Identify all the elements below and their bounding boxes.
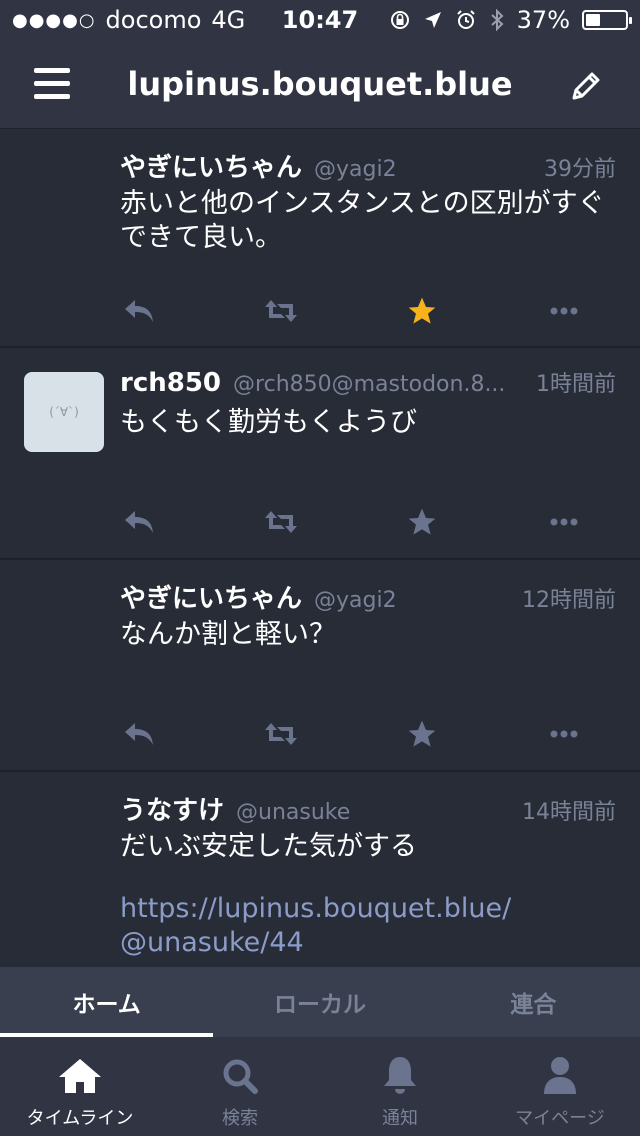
bottom-nav-notifications[interactable]: 通知: [320, 1037, 480, 1136]
timeline-feed[interactable]: やぎにいちゃん @yagi2 39分前 赤いと他のインスタンスとの区別がすぐでき…: [0, 129, 640, 967]
boost-icon: [265, 511, 297, 533]
bottom-nav-timeline[interactable]: タイムライン: [0, 1037, 160, 1136]
status-post[interactable]: やぎにいちゃん @yagi2 12時間前 なんか割と軽い？: [0, 560, 640, 772]
star-icon: [408, 508, 436, 535]
post-content: だいぶ安定した気がする https://lupinus.bouquet.blue…: [120, 830, 610, 960]
location-arrow-icon: [424, 12, 441, 28]
post-actions: [0, 714, 640, 754]
reply-button[interactable]: [115, 502, 163, 542]
display-name[interactable]: やぎにいちゃん: [120, 147, 302, 184]
boost-button[interactable]: [257, 714, 305, 754]
bottom-nav-label: 検索: [222, 1108, 258, 1129]
pencil-icon[interactable]: [566, 66, 606, 106]
home-icon: [59, 1059, 101, 1093]
bottom-nav-label: 通知: [382, 1108, 418, 1129]
post-content: 赤いと他のインスタンスとの区別がすぐできて良い。: [120, 188, 605, 253]
signal-strength-indicator: ●●●●○: [12, 9, 96, 31]
reply-icon: [125, 511, 153, 533]
boost-icon: [265, 723, 297, 745]
avatar-face-text: (´∀`): [49, 405, 79, 419]
search-icon: [223, 1059, 258, 1094]
status-post[interactable]: うなすけ @unasuke 14時間前 だいぶ安定した気がする https://…: [0, 772, 640, 967]
more-dots-icon: [550, 307, 578, 315]
star-icon: [408, 720, 436, 747]
reply-icon: [125, 723, 153, 745]
favourite-button[interactable]: [398, 502, 446, 542]
reply-button[interactable]: [115, 291, 163, 331]
display-name[interactable]: やぎにいちゃん: [120, 578, 302, 615]
battery-level-fill: [586, 14, 601, 26]
more-options-button[interactable]: [540, 714, 588, 754]
post-link-line-1: https://lupinus.bouquet.blue/: [120, 893, 512, 924]
account-handle[interactable]: @yagi2: [314, 157, 534, 182]
alarm-clock-icon: [456, 10, 475, 29]
display-name[interactable]: うなすけ: [120, 790, 224, 827]
user-icon: [544, 1057, 576, 1094]
bluetooth-icon: [490, 8, 504, 32]
bottom-nav-profile[interactable]: マイページ: [480, 1037, 640, 1136]
post-actions: [0, 502, 640, 542]
post-content: もくもく勤労もくようび: [120, 407, 417, 438]
tab-local[interactable]: ローカル: [213, 967, 426, 1037]
battery-percentage: 37%: [516, 6, 570, 34]
account-handle[interactable]: @unasuke: [236, 800, 512, 825]
favourite-button[interactable]: [398, 714, 446, 754]
avatar[interactable]: (´∀`): [24, 372, 104, 452]
tab-home[interactable]: ホーム: [0, 967, 214, 1037]
post-actions: [0, 291, 640, 331]
post-link[interactable]: https://lupinus.bouquet.blue/ @unasuke/4…: [120, 892, 610, 960]
bottom-navigation: タイムライン 検索 通知 マイページ: [0, 1037, 640, 1136]
reply-icon: [125, 300, 153, 322]
status-post[interactable]: (´∀`) rch850 @rch850@mastodon.8... 1時間前 …: [0, 348, 640, 560]
post-timestamp[interactable]: 14時間前: [522, 794, 616, 826]
timeline-tabs: ホーム ローカル 連合: [0, 967, 640, 1037]
post-link-line-2: @unasuke/44: [120, 927, 304, 958]
post-timestamp[interactable]: 1時間前: [536, 366, 616, 398]
network-type-label: 4G: [211, 6, 246, 34]
boost-button[interactable]: [257, 291, 305, 331]
post-timestamp[interactable]: 39分前: [544, 151, 616, 183]
boost-button[interactable]: [257, 502, 305, 542]
boost-icon: [265, 300, 297, 322]
more-options-button[interactable]: [540, 502, 588, 542]
carrier-label: docomo: [105, 6, 202, 34]
bell-icon: [384, 1057, 416, 1094]
orientation-lock-icon: [390, 11, 409, 29]
bottom-nav-label: タイムライン: [26, 1108, 134, 1129]
tab-federated[interactable]: 連合: [427, 967, 640, 1037]
instance-title: lupinus.bouquet.blue: [127, 65, 513, 103]
account-handle[interactable]: @yagi2: [314, 588, 512, 613]
post-text: だいぶ安定した気がする: [120, 831, 417, 862]
battery-icon: [582, 10, 632, 30]
bottom-nav-label: マイページ: [515, 1108, 605, 1129]
more-options-button[interactable]: [540, 291, 588, 331]
account-handle[interactable]: @rch850@mastodon.8...: [233, 372, 526, 397]
status-post[interactable]: やぎにいちゃん @yagi2 39分前 赤いと他のインスタンスとの区別がすぐでき…: [0, 129, 640, 348]
more-dots-icon: [550, 730, 578, 738]
favourite-button[interactable]: [398, 291, 446, 331]
star-icon: [408, 297, 436, 324]
display-name[interactable]: rch850: [120, 368, 221, 398]
status-bar: ●●●●○ docomo 4G 10:47 37%: [0, 0, 640, 40]
bottom-nav-search[interactable]: 検索: [160, 1037, 320, 1136]
app-header: lupinus.bouquet.blue: [0, 40, 640, 129]
post-content: なんか割と軽い？: [120, 619, 336, 650]
post-timestamp[interactable]: 12時間前: [522, 582, 616, 614]
reply-button[interactable]: [115, 714, 163, 754]
more-dots-icon: [550, 518, 578, 526]
